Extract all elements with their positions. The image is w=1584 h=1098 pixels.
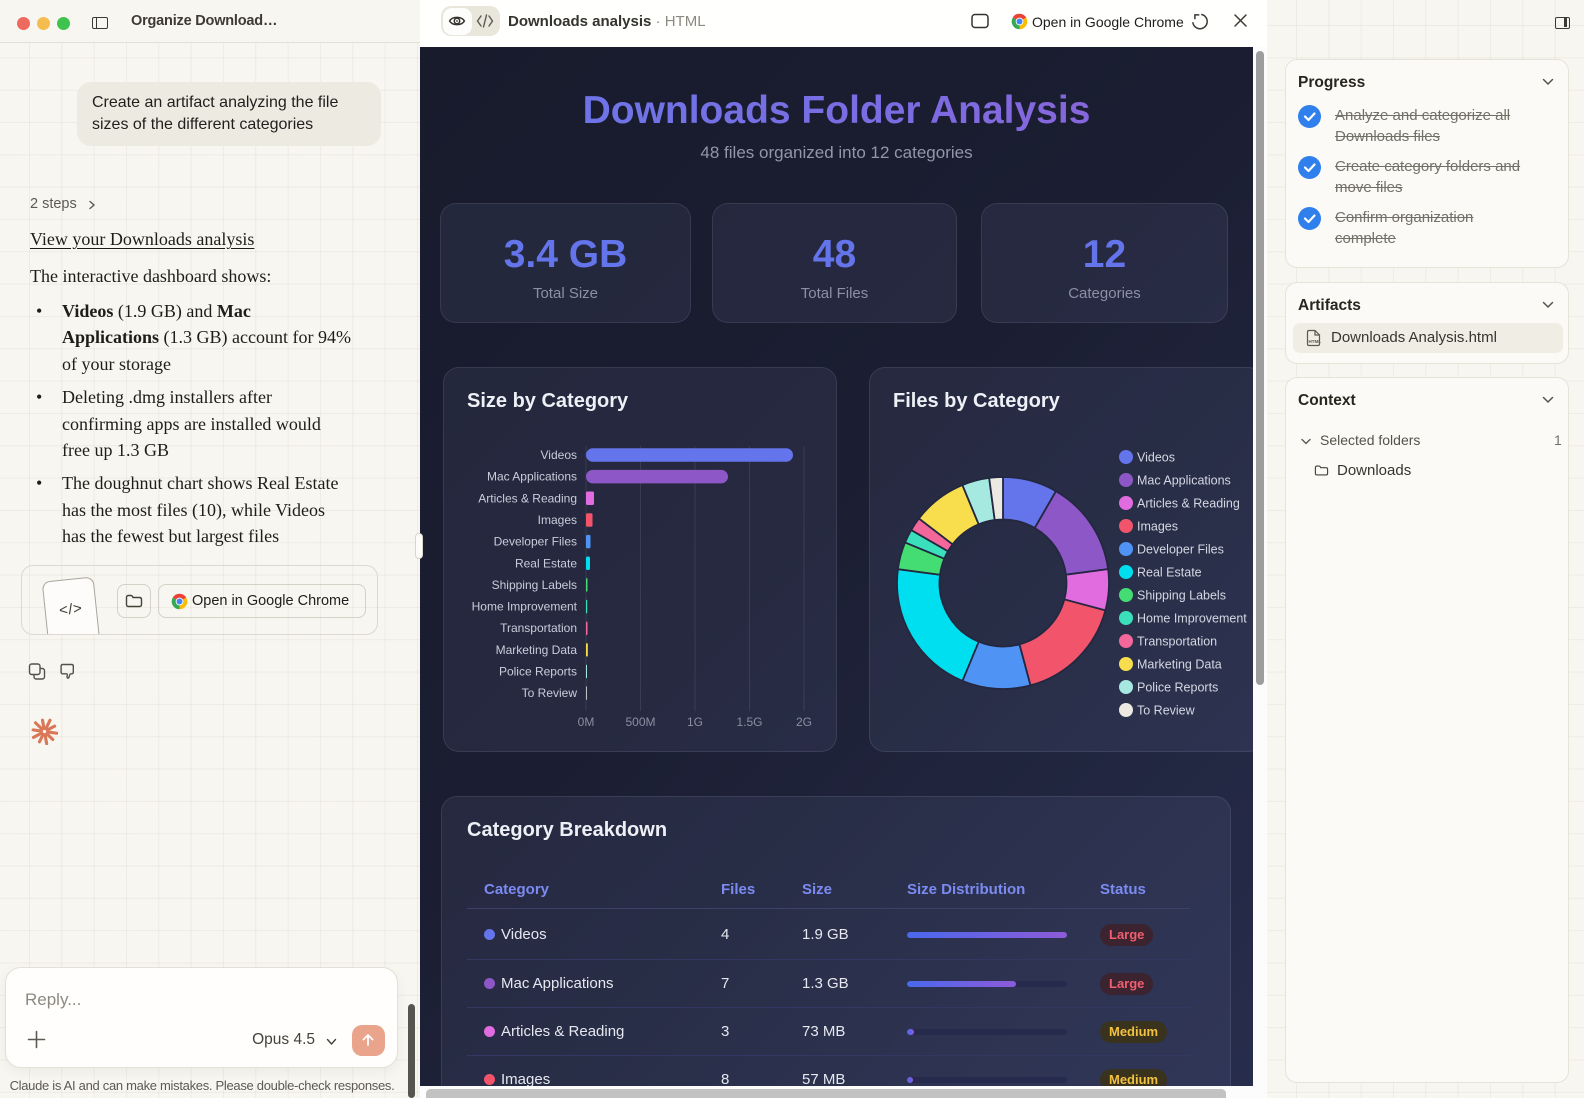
svg-text:Transportation: Transportation — [1137, 635, 1217, 649]
svg-text:1.5G: 1.5G — [736, 715, 762, 729]
svg-text:Developer Files: Developer Files — [494, 535, 577, 549]
svg-text:Police Reports: Police Reports — [1137, 681, 1218, 695]
svg-text:Shipping Labels: Shipping Labels — [1137, 589, 1226, 603]
svg-text:Videos: Videos — [1137, 451, 1175, 465]
svg-text:2G: 2G — [796, 715, 812, 729]
svg-text:Mac Applications: Mac Applications — [487, 470, 577, 484]
svg-text:To Review: To Review — [522, 686, 578, 700]
svg-text:Developer Files: Developer Files — [1137, 543, 1224, 557]
svg-text:0M: 0M — [578, 715, 595, 729]
svg-text:Shipping Labels: Shipping Labels — [492, 578, 577, 592]
svg-text:Images: Images — [1137, 520, 1178, 534]
svg-text:Images: Images — [538, 513, 577, 527]
svg-text:1G: 1G — [687, 715, 703, 729]
svg-text:500M: 500M — [625, 715, 655, 729]
svg-text:Marketing Data: Marketing Data — [496, 643, 578, 657]
svg-text:Marketing Data: Marketing Data — [1137, 658, 1222, 672]
svg-text:Videos: Videos — [541, 448, 577, 462]
svg-text:HTML: HTML — [1309, 339, 1322, 344]
svg-text:Home Improvement: Home Improvement — [472, 600, 578, 614]
svg-text:Police Reports: Police Reports — [499, 665, 577, 679]
svg-text:Transportation: Transportation — [500, 621, 577, 635]
svg-text:Articles & Reading: Articles & Reading — [1137, 497, 1240, 511]
svg-text:Mac Applications: Mac Applications — [1137, 474, 1231, 488]
svg-text:Articles & Reading: Articles & Reading — [478, 491, 577, 505]
svg-text:Home Improvement: Home Improvement — [1137, 612, 1247, 626]
svg-text:Real Estate: Real Estate — [1137, 566, 1202, 580]
svg-text:To Review: To Review — [1137, 704, 1196, 718]
svg-text:Real Estate: Real Estate — [515, 556, 577, 570]
